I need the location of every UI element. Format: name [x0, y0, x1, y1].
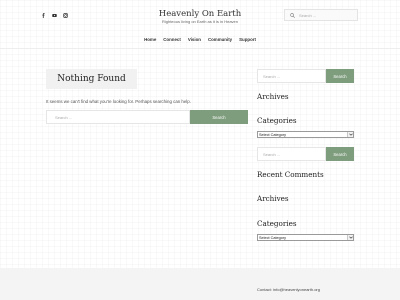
- header-search: [284, 9, 358, 21]
- search-icon: [290, 12, 295, 18]
- page-title-box: Nothing Found: [46, 69, 137, 89]
- recent-comments-widget-title: Recent Comments: [257, 170, 324, 179]
- sidebar-search-form-2: Search: [257, 147, 354, 161]
- nav-item-vision[interactable]: Vision: [188, 37, 201, 42]
- chevron-down-icon: [347, 132, 353, 137]
- categories-widget-title-1: Categories: [257, 116, 297, 125]
- sidebar-search-input-1[interactable]: [257, 69, 326, 83]
- main-search-input[interactable]: [46, 110, 190, 124]
- sidebar-search-button-1[interactable]: Search: [326, 69, 354, 83]
- archives-widget-title-2: Archives: [257, 194, 289, 203]
- sidebar-search-form-1: Search: [257, 69, 354, 83]
- nav-item-home[interactable]: Home: [144, 37, 156, 42]
- main-search-form: Search: [46, 110, 248, 124]
- nav-item-connect[interactable]: Connect: [163, 37, 181, 42]
- nav-divider: [0, 48, 400, 49]
- main-nav: Home Connect Vision Community Support: [0, 37, 400, 42]
- site-footer: [0, 268, 400, 300]
- categories-select-2[interactable]: Select Category: [257, 234, 354, 241]
- footer-contact[interactable]: Contact: info@heavenlyonearth.org: [257, 287, 320, 292]
- nav-item-community[interactable]: Community: [208, 37, 232, 42]
- categories-select-1[interactable]: Select Category: [257, 131, 354, 138]
- main-search-button[interactable]: Search: [190, 110, 248, 124]
- sidebar-search-button-2[interactable]: Search: [326, 147, 354, 161]
- categories-select-1-value: Select Category: [259, 132, 287, 137]
- nav-item-support[interactable]: Support: [239, 37, 256, 42]
- sidebar-search-input-2[interactable]: [257, 147, 326, 161]
- chevron-down-icon: [347, 235, 353, 240]
- header-search-input[interactable]: [299, 12, 357, 18]
- page-title: Nothing Found: [57, 74, 126, 84]
- not-found-message: It seems we can't find what you're looki…: [46, 99, 191, 104]
- categories-widget-title-2: Categories: [257, 219, 297, 228]
- archives-widget-title-1: Archives: [257, 92, 289, 101]
- categories-select-2-value: Select Category: [259, 235, 287, 240]
